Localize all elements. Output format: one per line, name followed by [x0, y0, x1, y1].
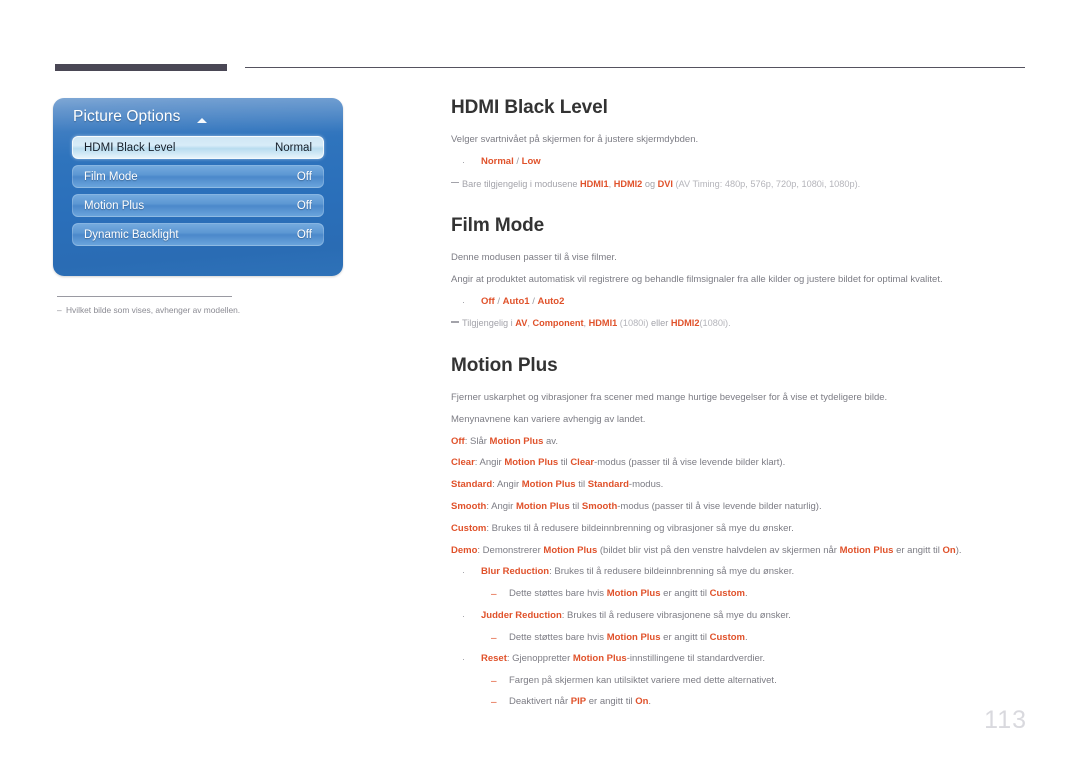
bullet-judder-reduction: · Judder Reduction: Brukes til å reduser…	[451, 610, 1026, 623]
footnote-dash-marker: –	[57, 305, 62, 315]
left-column: Picture Options HDMI Black Level Normal …	[53, 98, 345, 316]
right-column: HDMI Black Level Velger svartnivået på s…	[451, 97, 1026, 718]
definition-demo: Demo: Demonstrerer Motion Plus (bildet b…	[451, 544, 962, 556]
options-text: Off / Auto1 / Auto2	[481, 295, 565, 307]
left-footnote-divider	[57, 296, 232, 297]
osd-item-hdmi-black-level[interactable]: HDMI Black Level Normal	[72, 136, 324, 159]
section-description-1: Denne modusen passer til å vise filmer.	[451, 252, 617, 264]
footnote-text: Hvilket bilde som vises, avhenger av mod…	[66, 305, 241, 315]
bullet-text: Judder Reduction: Brukes til å redusere …	[481, 609, 791, 621]
note-text: Bare tilgjengelig i modusene HDMI1, HDMI…	[462, 178, 861, 189]
bullet-marker: ·	[462, 296, 465, 307]
sub-note-text: Deaktivert når PIP er angitt til On.	[509, 696, 652, 708]
section-title: Motion Plus	[451, 354, 558, 376]
sub-dash-marker: –	[491, 589, 497, 601]
sub-note-text: Dette støttes bare hvis Motion Plus er a…	[509, 588, 748, 600]
options-text: Normal / Low	[481, 155, 541, 167]
section-title: HDMI Black Level	[451, 97, 608, 118]
bullet-reset: · Reset: Gjenoppretter Motion Plus-innst…	[451, 653, 1026, 666]
bullet-marker: ·	[462, 567, 465, 578]
section-motion-plus: Motion Plus Fjerner uskarphet og vibrasj…	[451, 355, 1026, 710]
osd-item-value: Off	[296, 228, 312, 241]
page-header-rule	[55, 64, 1025, 74]
note-dash-icon	[451, 317, 462, 329]
caret-up-icon[interactable]	[197, 118, 208, 123]
osd-item-film-mode[interactable]: Film Mode Off	[72, 165, 324, 188]
section-film-mode: Film Mode Denne modusen passer til å vis…	[451, 215, 1026, 330]
bullet-marker: ·	[462, 610, 465, 621]
bullet-blur-reduction: · Blur Reduction: Brukes til å redusere …	[451, 566, 1026, 579]
page-number: 113	[984, 706, 1027, 734]
availability-note: Tilgjengelig i AV, Component, HDMI1 (108…	[451, 317, 1026, 329]
sub-note-blur-reduction: – Dette støttes bare hvis Motion Plus er…	[451, 588, 1026, 602]
osd-item-value: Normal	[274, 141, 312, 154]
bullet-marker: ·	[462, 156, 465, 167]
left-footnote: – Hvilket bilde som vises, avhenger av m…	[57, 305, 345, 316]
osd-item-label: HDMI Black Level	[84, 141, 176, 154]
definition-standard: Standard: Angir Motion Plus til Standard…	[451, 479, 664, 491]
header-accent-bar	[55, 64, 227, 71]
sub-dash-marker: –	[491, 632, 497, 644]
options-bullet: · Normal / Low	[451, 156, 1026, 169]
bullet-text: Blur Reduction: Brukes til å redusere bi…	[481, 566, 795, 578]
osd-item-value: Off	[296, 199, 312, 212]
osd-picture-options-panel: Picture Options HDMI Black Level Normal …	[53, 98, 343, 276]
osd-item-label: Motion Plus	[84, 199, 145, 212]
sub-note-reset-1: – Fargen på skjermen kan utilsiktet vari…	[451, 675, 1026, 689]
sub-dash-marker: –	[491, 675, 497, 687]
section-description: Velger svartnivået på skjermen for å jus…	[451, 134, 699, 145]
section-title: Film Mode	[451, 215, 545, 237]
bullet-text: Reset: Gjenoppretter Motion Plus-innstil…	[481, 653, 766, 665]
osd-item-label: Film Mode	[84, 170, 138, 183]
section-description-2: Menynavnene kan variere avhengig av land…	[451, 413, 646, 425]
options-bullet: · Off / Auto1 / Auto2	[451, 296, 1026, 309]
header-thin-rule	[245, 67, 1025, 68]
osd-item-label: Dynamic Backlight	[84, 228, 179, 241]
availability-note: Bare tilgjengelig i modusene HDMI1, HDMI…	[451, 178, 1026, 190]
note-text: Tilgjengelig i AV, Component, HDMI1 (108…	[462, 318, 731, 329]
osd-menu-list: HDMI Black Level Normal Film Mode Off Mo…	[53, 136, 343, 246]
osd-item-value: Off	[296, 170, 312, 183]
sub-dash-marker: –	[491, 697, 497, 709]
definition-custom: Custom: Brukes til å redusere bildeinnbr…	[451, 522, 794, 534]
sub-note-judder-reduction: – Dette støttes bare hvis Motion Plus er…	[451, 632, 1026, 646]
definition-smooth: Smooth: Angir Motion Plus til Smooth-mod…	[451, 500, 822, 512]
section-hdmi-black-level: HDMI Black Level Velger svartnivået på s…	[451, 97, 1026, 190]
section-description-2: Angir at produktet automatisk vil regist…	[451, 273, 943, 285]
bullet-marker: ·	[462, 654, 465, 665]
sub-note-text: Dette støttes bare hvis Motion Plus er a…	[509, 631, 748, 643]
sub-note-reset-2: – Deaktivert når PIP er angitt til On.	[451, 696, 1026, 710]
definition-clear: Clear: Angir Motion Plus til Clear-modus…	[451, 457, 786, 469]
osd-title-row: Picture Options	[53, 98, 343, 136]
sub-note-text: Fargen på skjermen kan utilsiktet varier…	[509, 674, 777, 686]
osd-item-motion-plus[interactable]: Motion Plus Off	[72, 194, 324, 217]
osd-item-dynamic-backlight[interactable]: Dynamic Backlight Off	[72, 223, 324, 246]
note-dash-icon	[451, 178, 462, 190]
definition-off: Off: Slår Motion Plus av.	[451, 435, 558, 447]
osd-panel-title: Picture Options	[73, 108, 181, 125]
section-description-1: Fjerner uskarphet og vibrasjoner fra sce…	[451, 391, 888, 403]
